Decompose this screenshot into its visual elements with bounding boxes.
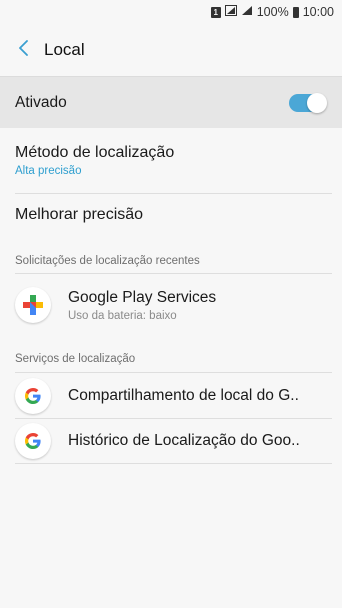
signal-strength-icon <box>241 5 253 19</box>
battery-percentage: 100% <box>256 5 289 19</box>
page-title: Local <box>44 40 85 59</box>
app-text: Compartilhamento de local do G.. <box>68 387 332 405</box>
chevron-left-icon <box>18 39 30 61</box>
location-services-header: Serviços de localização <box>15 353 136 365</box>
app-bar: Local <box>0 24 342 76</box>
location-method-title: Método de localização <box>15 144 175 161</box>
list-item-location-sharing[interactable]: Compartilhamento de local do G.. <box>15 374 332 418</box>
list-item-google-play-services[interactable]: Google Play Services Uso da bateria: bai… <box>15 283 332 327</box>
divider <box>15 273 332 274</box>
app-text: Histórico de Localização do Goo.. <box>68 432 332 450</box>
status-bar: 1 100% 10:00 <box>0 0 342 24</box>
google-icon <box>15 423 51 459</box>
app-name: Histórico de Localização do Goo.. <box>68 432 300 449</box>
divider <box>15 372 332 373</box>
signal-box-icon <box>224 5 237 19</box>
location-method-value: Alta precisão <box>15 165 82 177</box>
app-battery-usage: Uso da bateria: baixo <box>68 309 177 322</box>
divider <box>15 193 332 194</box>
status-time: 10:00 <box>302 5 334 19</box>
toggle-label: Ativado <box>15 93 67 111</box>
location-switch[interactable] <box>289 92 327 113</box>
battery-icon <box>292 6 299 18</box>
google-icon <box>15 378 51 414</box>
app-text: Google Play Services Uso da bateria: bai… <box>68 289 332 322</box>
improve-accuracy-title: Melhorar precisão <box>15 206 144 223</box>
divider <box>15 463 332 464</box>
list-item-location-history[interactable]: Histórico de Localização do Goo.. <box>15 419 332 463</box>
location-toggle-row[interactable]: Ativado <box>0 76 342 128</box>
recent-requests-header: Solicitações de localização recentes <box>15 255 200 267</box>
location-method-item[interactable]: Método de localização Alta precisão <box>15 144 332 177</box>
sim-icon: 1 <box>210 6 221 18</box>
improve-accuracy-item[interactable]: Melhorar precisão <box>15 206 332 224</box>
google-play-services-icon <box>15 287 51 323</box>
back-button[interactable] <box>4 30 44 70</box>
app-name: Compartilhamento de local do G.. <box>68 387 299 404</box>
app-name: Google Play Services <box>68 288 217 306</box>
switch-knob <box>307 92 327 113</box>
